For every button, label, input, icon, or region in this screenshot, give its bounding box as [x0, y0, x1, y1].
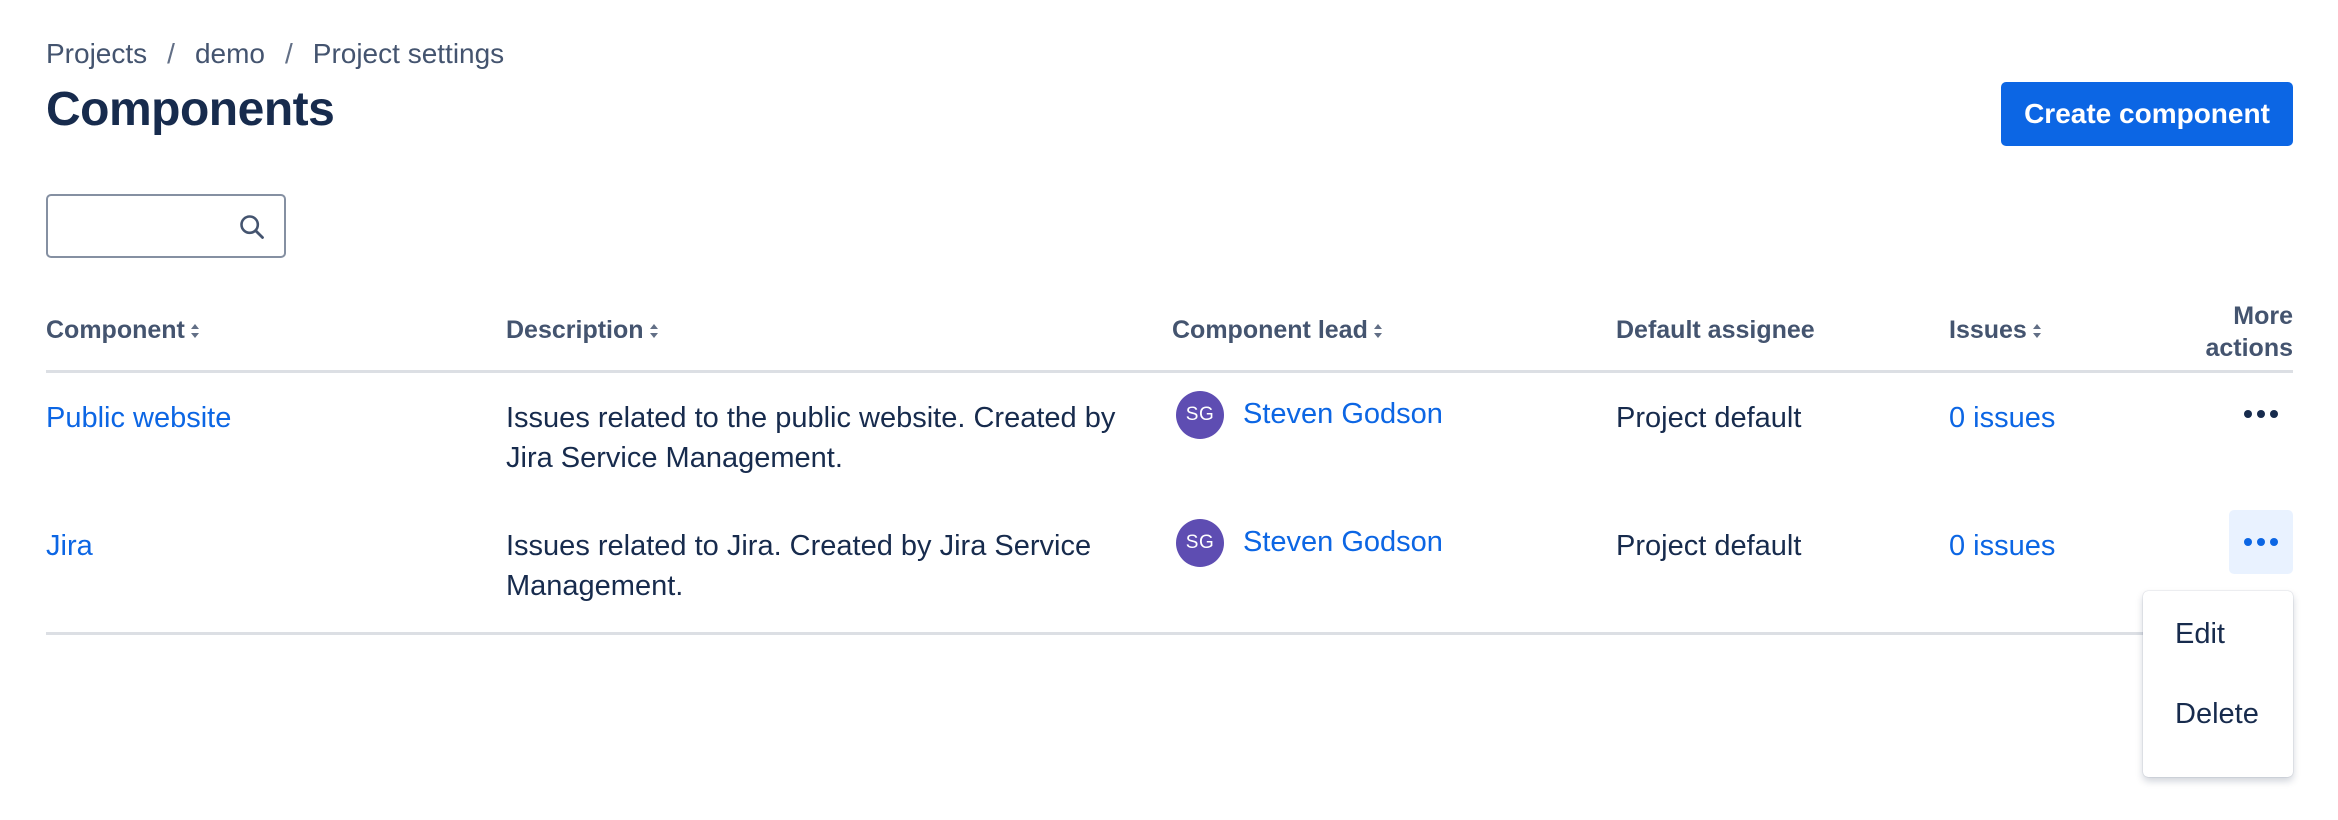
issues-count-link[interactable]: 0 issues	[1949, 398, 2055, 438]
breadcrumb-demo[interactable]: demo	[195, 38, 265, 70]
column-header-default-assignee: Default assignee	[1616, 316, 1815, 345]
more-actions-menu: Edit Delete	[2143, 591, 2293, 777]
more-actions-button[interactable]	[2229, 510, 2293, 574]
menu-item-delete[interactable]: Delete	[2143, 684, 2293, 744]
component-name-link[interactable]: Public website	[46, 398, 231, 438]
more-dots-icon	[2244, 538, 2252, 546]
column-header-label: Component lead	[1172, 316, 1368, 344]
sort-icon	[2032, 323, 2041, 338]
table-header-divider	[46, 370, 2293, 373]
more-dots-icon	[2257, 410, 2265, 418]
component-lead-link[interactable]: Steven Godson	[1243, 522, 1443, 562]
avatar[interactable]: SG	[1176, 519, 1224, 567]
search-field[interactable]	[46, 194, 286, 258]
more-dots-icon	[2270, 538, 2278, 546]
component-description: Issues related to the public website. Cr…	[506, 402, 1116, 474]
column-header-label: Issues	[1949, 316, 2027, 344]
breadcrumb: Projects / demo / Project settings	[46, 38, 504, 70]
avatar[interactable]: SG	[1176, 391, 1224, 439]
column-header-label: More	[2233, 302, 2293, 330]
component-name-link[interactable]: Jira	[46, 526, 93, 566]
column-header-more-actions: More actions	[2160, 300, 2293, 364]
menu-item-edit[interactable]: Edit	[2143, 604, 2293, 664]
component-description: Issues related to Jira. Created by Jira …	[506, 530, 1092, 602]
breadcrumb-separator: /	[167, 38, 175, 69]
column-header-label: Description	[506, 316, 644, 344]
more-dots-icon	[2244, 410, 2252, 418]
create-component-button[interactable]: Create component	[2001, 82, 2293, 146]
page-title: Components	[46, 83, 335, 136]
search-icon[interactable]	[238, 213, 266, 241]
column-header-label: Default assignee	[1616, 316, 1815, 344]
breadcrumb-projects[interactable]: Projects	[46, 38, 147, 70]
default-assignee: Project default	[1616, 402, 1802, 434]
column-header-label: Component	[46, 316, 185, 344]
sort-icon	[1373, 323, 1382, 338]
column-header-component-lead[interactable]: Component lead	[1172, 316, 1384, 345]
issues-count-link[interactable]: 0 issues	[1949, 526, 2055, 566]
column-header-description[interactable]: Description	[506, 316, 660, 345]
column-header-label: actions	[2205, 334, 2293, 362]
column-header-component[interactable]: Component	[46, 316, 201, 345]
sort-icon	[190, 323, 199, 338]
default-assignee: Project default	[1616, 530, 1802, 562]
more-dots-icon	[2257, 538, 2265, 546]
breadcrumb-project-settings[interactable]: Project settings	[313, 38, 504, 70]
breadcrumb-separator: /	[284, 38, 293, 69]
column-header-issues[interactable]: Issues	[1949, 316, 2043, 345]
more-dots-icon	[2270, 410, 2278, 418]
table-bottom-divider	[46, 632, 2293, 635]
search-input[interactable]	[48, 195, 244, 257]
component-lead-link[interactable]: Steven Godson	[1243, 394, 1443, 434]
sort-icon	[649, 323, 658, 338]
more-actions-button[interactable]	[2229, 382, 2293, 446]
